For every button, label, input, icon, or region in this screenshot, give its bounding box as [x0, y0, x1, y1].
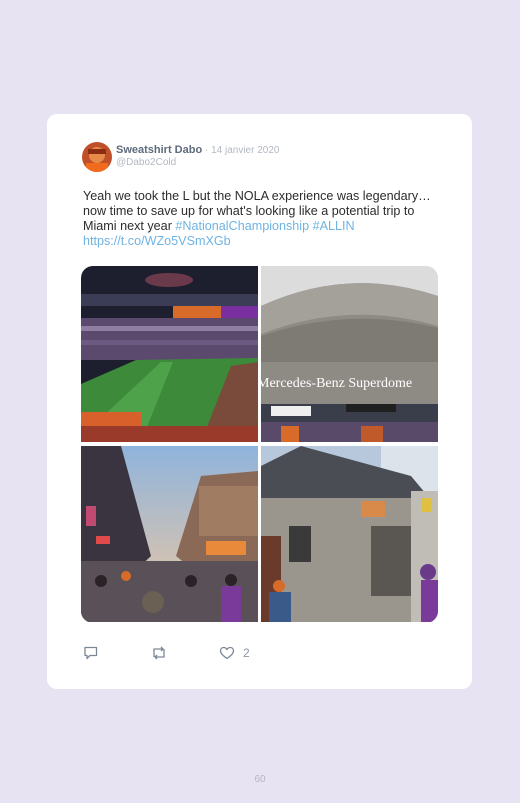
tweet-card: Sweatshirt Dabo · 14 janvier 2020 @Dabo2…	[47, 114, 472, 689]
photo-bourbon-street[interactable]	[81, 446, 258, 622]
author-name[interactable]: Sweatshirt Dabo	[116, 144, 202, 156]
tweet-link[interactable]: https://t.co/WZo5VSmXGb	[83, 234, 231, 248]
author-line: Sweatshirt Dabo · 14 janvier 2020	[116, 144, 279, 156]
reply-button[interactable]	[83, 644, 99, 662]
author-handle[interactable]: @Dabo2Cold	[116, 157, 176, 168]
heart-icon	[219, 645, 235, 661]
photo-stadium[interactable]	[81, 266, 258, 442]
hashtag-allin[interactable]: #ALLIN	[313, 219, 355, 233]
media-grid: Mercedes-Benz Superdome	[81, 266, 438, 623]
photo-superdome[interactable]: Mercedes-Benz Superdome	[261, 266, 438, 442]
retweet-icon	[150, 645, 168, 661]
reply-icon	[83, 645, 99, 661]
avatar[interactable]	[82, 142, 112, 172]
like-count: 2	[243, 646, 250, 660]
page-number: 60	[254, 774, 266, 785]
photo-old-building[interactable]	[261, 446, 438, 622]
like-button[interactable]: 2	[219, 644, 250, 662]
separator: ·	[202, 145, 212, 156]
hashtag-national-championship[interactable]: #NationalChampionship	[175, 219, 309, 233]
retweet-button[interactable]	[150, 644, 168, 662]
tweet-actions: 2	[83, 644, 283, 662]
tweet-text: Yeah we took the L but the NOLA experien…	[83, 189, 438, 249]
tweet-date[interactable]: 14 janvier 2020	[211, 145, 279, 156]
dome-sign-text: Mercedes-Benz Superdome	[261, 376, 412, 391]
